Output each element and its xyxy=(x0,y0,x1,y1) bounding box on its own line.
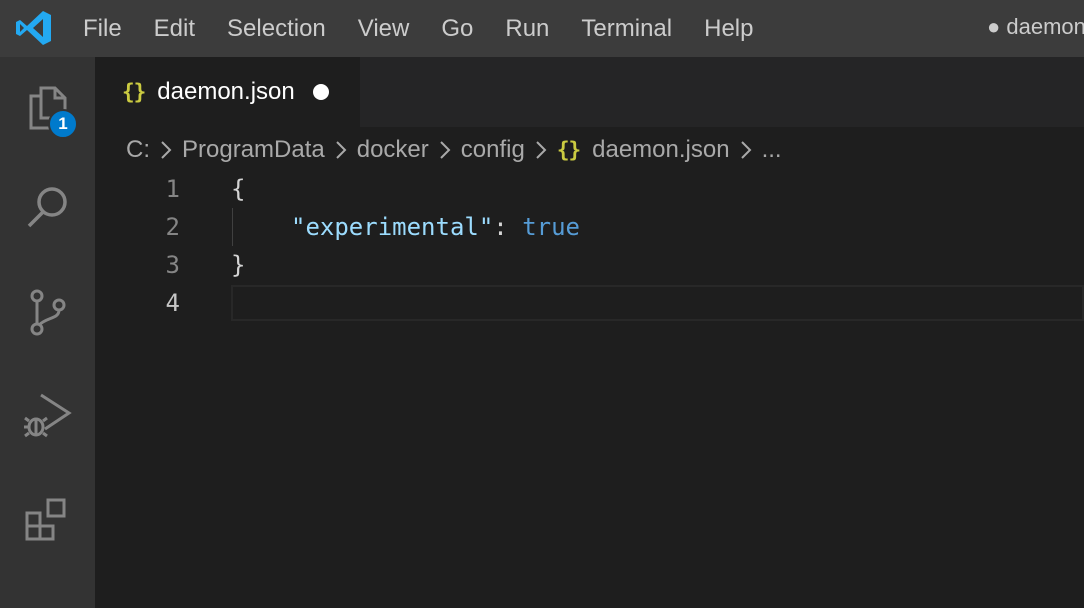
menu-run[interactable]: Run xyxy=(505,15,549,43)
menu-selection[interactable]: Selection xyxy=(227,15,326,43)
line-number: 2 xyxy=(165,213,180,241)
line-number: 1 xyxy=(165,175,180,203)
tab-daemon-json[interactable]: {} daemon.json xyxy=(95,57,360,127)
menu-bar: File Edit Selection View Go Run Terminal… xyxy=(83,0,785,57)
menu-edit[interactable]: Edit xyxy=(154,15,195,43)
activity-explorer[interactable]: 1 xyxy=(0,57,95,157)
activity-run-debug[interactable] xyxy=(0,364,95,464)
breadcrumb-more[interactable]: ... xyxy=(762,136,782,164)
code-line[interactable]: 3 } xyxy=(95,246,1084,284)
tab-label: daemon.json xyxy=(157,78,295,105)
breadcrumb-config[interactable]: config xyxy=(461,136,525,164)
chevron-right-icon xyxy=(535,140,547,160)
line-number: 3 xyxy=(165,251,180,279)
code-line[interactable]: 4 xyxy=(95,284,1084,322)
activity-bar: 1 xyxy=(0,57,95,608)
chevron-right-icon xyxy=(439,140,451,160)
activity-source-control[interactable] xyxy=(0,262,95,362)
chevron-right-icon xyxy=(160,140,172,160)
editor-tab-bar: {} daemon.json xyxy=(95,57,1084,127)
window-title: ● daemon xyxy=(987,14,1084,39)
line-number: 4 xyxy=(165,289,180,317)
extensions-icon xyxy=(25,498,65,541)
json-file-icon: {} xyxy=(122,80,146,104)
code-text[interactable]: "experimental": true xyxy=(291,208,580,246)
chevron-right-icon xyxy=(335,140,347,160)
menu-terminal[interactable]: Terminal xyxy=(581,15,672,43)
explorer-badge: 1 xyxy=(48,109,78,139)
unsaved-dot-icon[interactable] xyxy=(312,84,329,100)
menu-file[interactable]: File xyxy=(83,15,122,43)
code-line[interactable]: 1 { xyxy=(95,170,1084,208)
source-control-icon xyxy=(30,289,65,336)
run-debug-icon xyxy=(23,393,72,438)
json-value: true xyxy=(522,213,580,241)
activity-extensions[interactable] xyxy=(0,470,95,570)
code-text[interactable]: { xyxy=(231,170,245,208)
chevron-right-icon xyxy=(740,140,752,160)
menu-help[interactable]: Help xyxy=(704,15,753,43)
breadcrumb: C: ProgramData docker config {} daemon.j… xyxy=(126,130,782,170)
breadcrumb-programdata[interactable]: ProgramData xyxy=(182,136,325,164)
breadcrumb-docker[interactable]: docker xyxy=(357,136,429,164)
code-line[interactable]: 2 "experimental": true xyxy=(95,208,1084,246)
code-editor[interactable]: 1 { 2 "experimental": true 3 } 4 xyxy=(95,170,1084,608)
search-icon xyxy=(27,187,67,228)
vscode-logo-icon[interactable] xyxy=(14,8,54,48)
menu-go[interactable]: Go xyxy=(441,15,473,43)
breadcrumb-drive[interactable]: C: xyxy=(126,136,150,164)
json-file-icon: {} xyxy=(556,138,581,162)
breadcrumb-file[interactable]: daemon.json xyxy=(592,136,729,164)
activity-search[interactable] xyxy=(0,157,95,257)
menu-view[interactable]: View xyxy=(358,15,410,43)
code-text[interactable]: } xyxy=(231,246,245,284)
title-bar: File Edit Selection View Go Run Terminal… xyxy=(0,0,1084,57)
json-key: "experimental" xyxy=(291,213,494,241)
json-colon: : xyxy=(493,213,523,241)
